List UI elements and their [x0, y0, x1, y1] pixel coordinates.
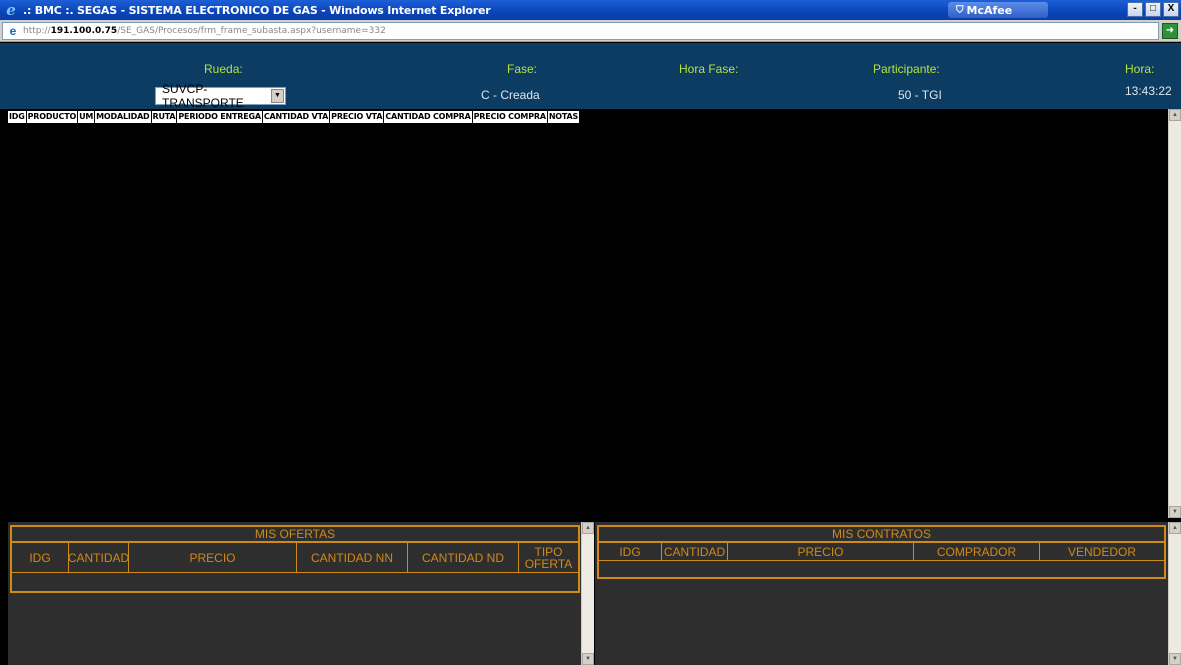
col-idg[interactable]: IDG: [8, 111, 27, 123]
contratos-col-cantidad: CANTIDAD: [662, 543, 728, 561]
hora-fase-label: Hora Fase:: [679, 62, 739, 76]
window-titlebar[interactable]: e .: BMC :. SEGAS - SISTEMA ELECTRONICO …: [0, 0, 1181, 20]
fase-value: C - Creada: [481, 88, 540, 102]
mcafee-label: McAfee: [966, 3, 1013, 17]
contratos-col-idg: IDG: [599, 543, 662, 561]
mis-ofertas-title: MIS OFERTAS: [12, 527, 578, 543]
col-precio-compra[interactable]: PRECIO COMPRA: [472, 111, 548, 123]
mcafee-shield-icon: ⛉: [956, 4, 964, 16]
mis-contratos-title: MIS CONTRATOS: [599, 527, 1164, 543]
col-um[interactable]: UM: [78, 111, 96, 123]
ofertas-col-idg: IDG: [12, 543, 69, 573]
rueda-value: SUVCP-TRANSPORTE: [162, 82, 244, 110]
col-notas[interactable]: NOTAS: [547, 111, 581, 123]
maximize-button[interactable]: □: [1145, 2, 1161, 17]
minimize-button[interactable]: -: [1127, 2, 1143, 17]
hora-value: 13:43:22: [1125, 84, 1172, 98]
ofertas-col-cantidad-nn: CANTIDAD NN: [297, 543, 408, 573]
mis-ofertas-table: MIS OFERTAS IDG CANTIDAD PRECIO CANTIDAD…: [10, 525, 580, 593]
go-icon[interactable]: ➜: [1162, 23, 1178, 39]
hora-label: Hora:: [1125, 62, 1155, 76]
close-button[interactable]: X: [1163, 2, 1179, 17]
participante-label: Participante:: [873, 62, 940, 76]
col-precio-vta[interactable]: PRECIO VTA: [330, 111, 385, 123]
mis-ofertas-header-row: IDG CANTIDAD PRECIO CANTIDAD NN CANTIDAD…: [12, 543, 578, 573]
dropdown-arrow-icon[interactable]: ▼: [271, 89, 284, 103]
url-field[interactable]: e http://191.100.0.75/SE_GAS/Procesos/fr…: [2, 21, 1159, 40]
col-modalidad[interactable]: MODALIDAD: [95, 111, 152, 123]
col-cantidad-vta[interactable]: CANTIDAD VTA: [262, 111, 331, 123]
col-periodo-entrega[interactable]: PERIODO ENTREGA: [177, 111, 263, 123]
ofertas-col-tipo-oferta: TIPO OFERTA: [519, 543, 578, 573]
ofertas-col-cantidad: CANTIDAD: [68, 543, 129, 573]
contratos-scrollbar[interactable]: ▲ ▼: [1168, 522, 1181, 665]
col-ruta[interactable]: RUTA: [151, 111, 178, 123]
main-scrollbar[interactable]: ▲ ▼: [1168, 109, 1181, 518]
window-title: .: BMC :. SEGAS - SISTEMA ELECTRONICO DE…: [23, 3, 491, 17]
contratos-col-comprador: COMPRADOR: [914, 543, 1040, 561]
scroll-up-icon[interactable]: ▲: [1169, 522, 1181, 534]
scroll-down-icon[interactable]: ▼: [1169, 506, 1181, 518]
rueda-label: Rueda:: [204, 62, 243, 76]
col-cantidad-compra[interactable]: CANTIDAD COMPRA: [384, 111, 473, 123]
contratos-col-precio: PRECIO: [728, 543, 914, 561]
ofertas-col-precio: PRECIO: [129, 543, 297, 573]
address-bar: e http://191.100.0.75/SE_GAS/Procesos/fr…: [0, 20, 1181, 42]
url-text: http://191.100.0.75/SE_GAS/Procesos/frm_…: [23, 25, 386, 36]
rueda-select[interactable]: SUVCP-TRANSPORTE ▼: [155, 82, 286, 110]
left-margin: [0, 109, 8, 665]
mcafee-button[interactable]: ⛉ McAfee: [948, 2, 1048, 18]
ofertas-col-cantidad-nd: CANTIDAD ND: [408, 543, 519, 573]
offers-column-header: IDG PRODUCTO UM MODALIDAD RUTA PERIODO E…: [8, 111, 581, 123]
scroll-up-icon[interactable]: ▲: [1169, 109, 1181, 121]
col-producto[interactable]: PRODUCTO: [26, 111, 79, 123]
scroll-up-icon[interactable]: ▲: [582, 522, 594, 534]
page-icon: e: [9, 23, 17, 38]
offers-grid: [0, 109, 1168, 518]
contratos-col-vendedor: VENDEDOR: [1040, 543, 1164, 561]
participante-value: 50 - TGI: [898, 88, 942, 102]
mis-contratos-header-row: IDG CANTIDAD PRECIO COMPRADOR VENDEDOR: [599, 543, 1164, 561]
fase-label: Fase:: [507, 62, 538, 76]
ofertas-scrollbar[interactable]: ▲ ▼: [581, 522, 594, 665]
scroll-down-icon[interactable]: ▼: [1169, 653, 1181, 665]
mis-contratos-table: MIS CONTRATOS IDG CANTIDAD PRECIO COMPRA…: [597, 525, 1166, 579]
scroll-down-icon[interactable]: ▼: [582, 653, 594, 665]
internet-explorer-icon: e: [6, 1, 16, 19]
